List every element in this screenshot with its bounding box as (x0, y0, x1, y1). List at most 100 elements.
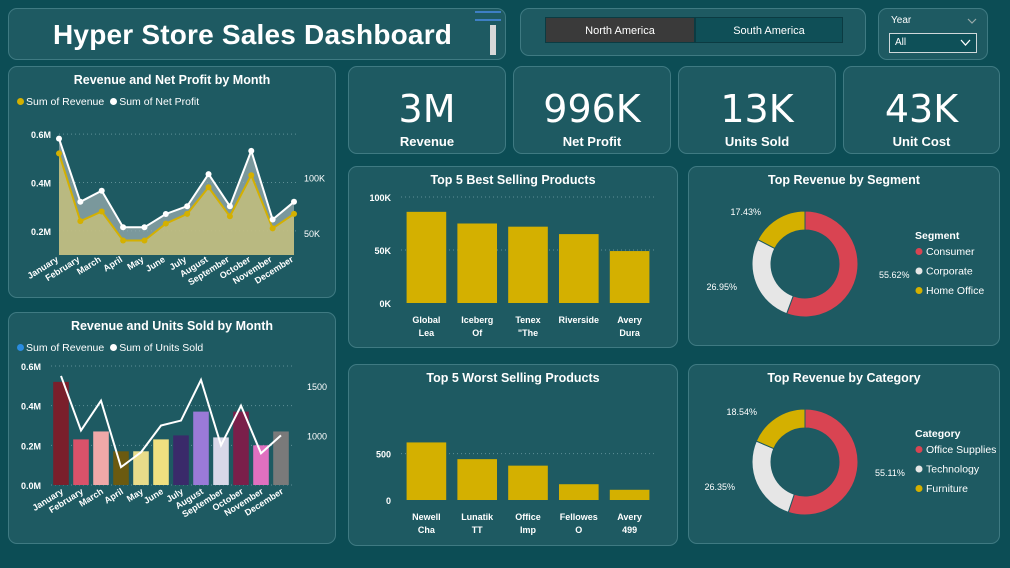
donut-slice (755, 408, 806, 450)
x-tick-label: Dura (619, 328, 640, 338)
profit-point (248, 147, 255, 154)
profit-point (184, 203, 191, 210)
kpi-label: Revenue (399, 134, 455, 149)
kpi-value: 3M (398, 87, 456, 131)
category-donut-card: Top Revenue by Category 55.11% 26.35% 18.5… (688, 364, 1000, 544)
slice-value-label: 17.43% (730, 207, 761, 217)
kpi-label: Units Sold (724, 134, 790, 149)
revenue-bar (53, 381, 69, 485)
x-tick-label: May (125, 486, 145, 504)
product-bar (558, 234, 599, 303)
x-tick-label: Office (515, 512, 541, 522)
y-tick-label: 0.2M (31, 227, 51, 237)
profit-point (291, 198, 297, 205)
x-tick-label: June (144, 254, 167, 274)
revenue-bar (73, 439, 89, 485)
segment-donut-chart[interactable]: 55.62% 26.95% 17.43% Segment Consumer Corpora… (689, 167, 1001, 347)
kpi-units-sold: 13K Units Sold (678, 66, 836, 154)
slice-value-label: 18.54% (726, 407, 757, 417)
legend-title: Segment (915, 230, 960, 242)
revenue-profit-chart-card: Revenue and Net Profit by Month Sum of R… (8, 66, 336, 298)
revenue-point (98, 208, 105, 215)
revenue-profit-chart[interactable]: 0.6M0.4M0.2M100K50KJanuaryFebruaryMarchA… (9, 67, 337, 299)
region-north-america-button[interactable]: North America (545, 17, 695, 43)
legend-label: Home Office (926, 285, 984, 297)
region-south-america-button[interactable]: South America (695, 17, 843, 43)
x-tick-label: Lea (419, 328, 436, 338)
product-bar (457, 223, 498, 303)
revenue-point (184, 210, 191, 217)
y-tick-label: 0.4M (31, 178, 51, 188)
profit-point (141, 224, 148, 231)
kpi-value: 13K (720, 87, 794, 131)
donut-slice (757, 210, 806, 250)
x-tick-label: O (575, 525, 582, 535)
slice-value-label: 55.62% (879, 270, 910, 280)
profit-point (269, 216, 276, 223)
slice-value-label: 55.11% (875, 468, 905, 478)
product-bar (406, 442, 447, 500)
profit-point (56, 135, 62, 142)
product-bar (609, 251, 650, 303)
y-tick-label: 100K (369, 193, 391, 203)
legend-dot (915, 465, 923, 473)
revenue-bar (93, 431, 109, 485)
legend-label: Technology (926, 464, 980, 476)
title-card: Hyper Store Sales Dashboard (8, 8, 506, 60)
revenue-units-chart[interactable]: 0.6M0.4M0.2M0.0M15001000JanuaryFebruaryM… (9, 313, 337, 545)
legend-label: Consumer (926, 246, 975, 258)
chevron-down-icon (960, 39, 971, 46)
product-bar (508, 226, 548, 303)
year-label: Year (891, 15, 912, 26)
revenue-point (162, 220, 169, 227)
year-slicer: Year All (878, 8, 988, 60)
revenue-bar (193, 411, 209, 485)
x-tick-label: 499 (622, 525, 637, 535)
x-tick-label: June (142, 486, 165, 506)
y-tick-label: 0.6M (31, 130, 51, 140)
revenue-bar (173, 435, 189, 485)
revenue-point (120, 237, 127, 244)
y-tick-label: 50K (374, 246, 391, 256)
worst-sellers-chart[interactable]: 500 0 Newell Cha Lunatik TT Office Imp Fellowes O… (349, 365, 679, 547)
revenue-point (56, 150, 62, 157)
chevron-down-icon[interactable] (967, 17, 977, 25)
y-tick-label: 0 (386, 496, 391, 506)
revenue-bar (153, 439, 169, 485)
kpi-value: 43K (884, 87, 959, 131)
revenue-point (77, 218, 84, 225)
x-tick-label: Avery (617, 512, 642, 522)
year-value: All (895, 37, 907, 48)
category-donut-chart[interactable]: 55.11% 26.35% 18.54% Category Office Supplie… (689, 365, 1001, 545)
scrollbar[interactable] (490, 25, 496, 55)
x-tick-label: Riverside (559, 315, 600, 325)
kpi-label: Unit Cost (892, 134, 951, 149)
x-tick-label: Avery (617, 315, 642, 325)
product-bar (406, 211, 447, 303)
x-tick-label: "The (518, 328, 538, 338)
best-sellers-chart[interactable]: 100K 50K 0K Global Lea Iceberg Of Tenex "The Rive… (349, 167, 679, 349)
y-tick-label: 0.6M (21, 362, 41, 372)
legend-label: Office Supplies (926, 444, 996, 456)
y-tick-label: 0.4M (21, 402, 41, 412)
profit-point (226, 203, 233, 210)
segment-donut-card: Top Revenue by Segment 55.62% 26.95% 17.43… (688, 166, 1000, 346)
x-tick-label: Cha (418, 525, 436, 535)
y2-tick-label: 1500 (307, 382, 327, 392)
revenue-point (205, 184, 212, 191)
kpi-label: Net Profit (562, 134, 622, 149)
legend-dot (915, 485, 923, 492)
x-tick-label: April (102, 486, 125, 505)
profit-point (205, 171, 212, 178)
legend-dot (915, 267, 923, 275)
revenue-point (141, 237, 148, 244)
profit-point (120, 224, 127, 231)
menu-icon[interactable] (475, 11, 501, 21)
revenue-bar (233, 411, 249, 485)
year-dropdown[interactable]: All (889, 33, 977, 53)
revenue-point (291, 210, 297, 217)
best-sellers-chart-card: Top 5 Best Selling Products 100K 50K 0K Glo… (348, 166, 678, 348)
profit-point (162, 210, 169, 217)
y-tick-label: 0K (379, 299, 391, 309)
slice-value-label: 26.95% (706, 282, 737, 292)
